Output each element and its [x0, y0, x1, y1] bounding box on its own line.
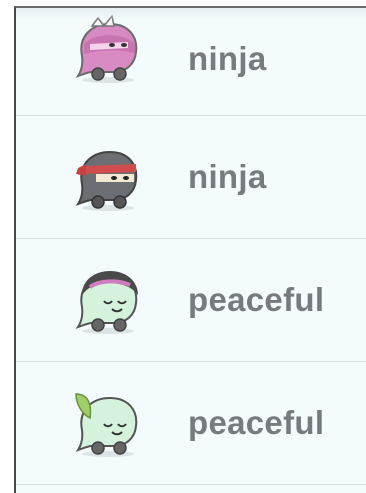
mood-label: peaceful: [188, 404, 325, 441]
mood-row-peaceful-girl[interactable]: peaceful: [16, 239, 366, 362]
mood-list: ninja ninja peaceful peaceful: [16, 8, 366, 485]
mood-label: ninja: [188, 40, 267, 77]
mood-label: peaceful: [188, 281, 325, 318]
mood-row-black-ninja[interactable]: ninja: [16, 116, 366, 239]
peaceful-leaf-waze-icon: [75, 393, 138, 457]
peaceful-girl-waze-icon: [75, 271, 138, 334]
black-ninja-waze-icon: [75, 150, 138, 211]
mood-list-panel: ninja ninja peaceful peaceful: [14, 6, 366, 493]
pink-ninja-waze-icon: [75, 14, 138, 83]
mood-row-peaceful-leaf[interactable]: peaceful: [16, 362, 366, 485]
mood-row-pink-ninja[interactable]: ninja: [16, 8, 366, 116]
mood-label: ninja: [188, 158, 267, 195]
